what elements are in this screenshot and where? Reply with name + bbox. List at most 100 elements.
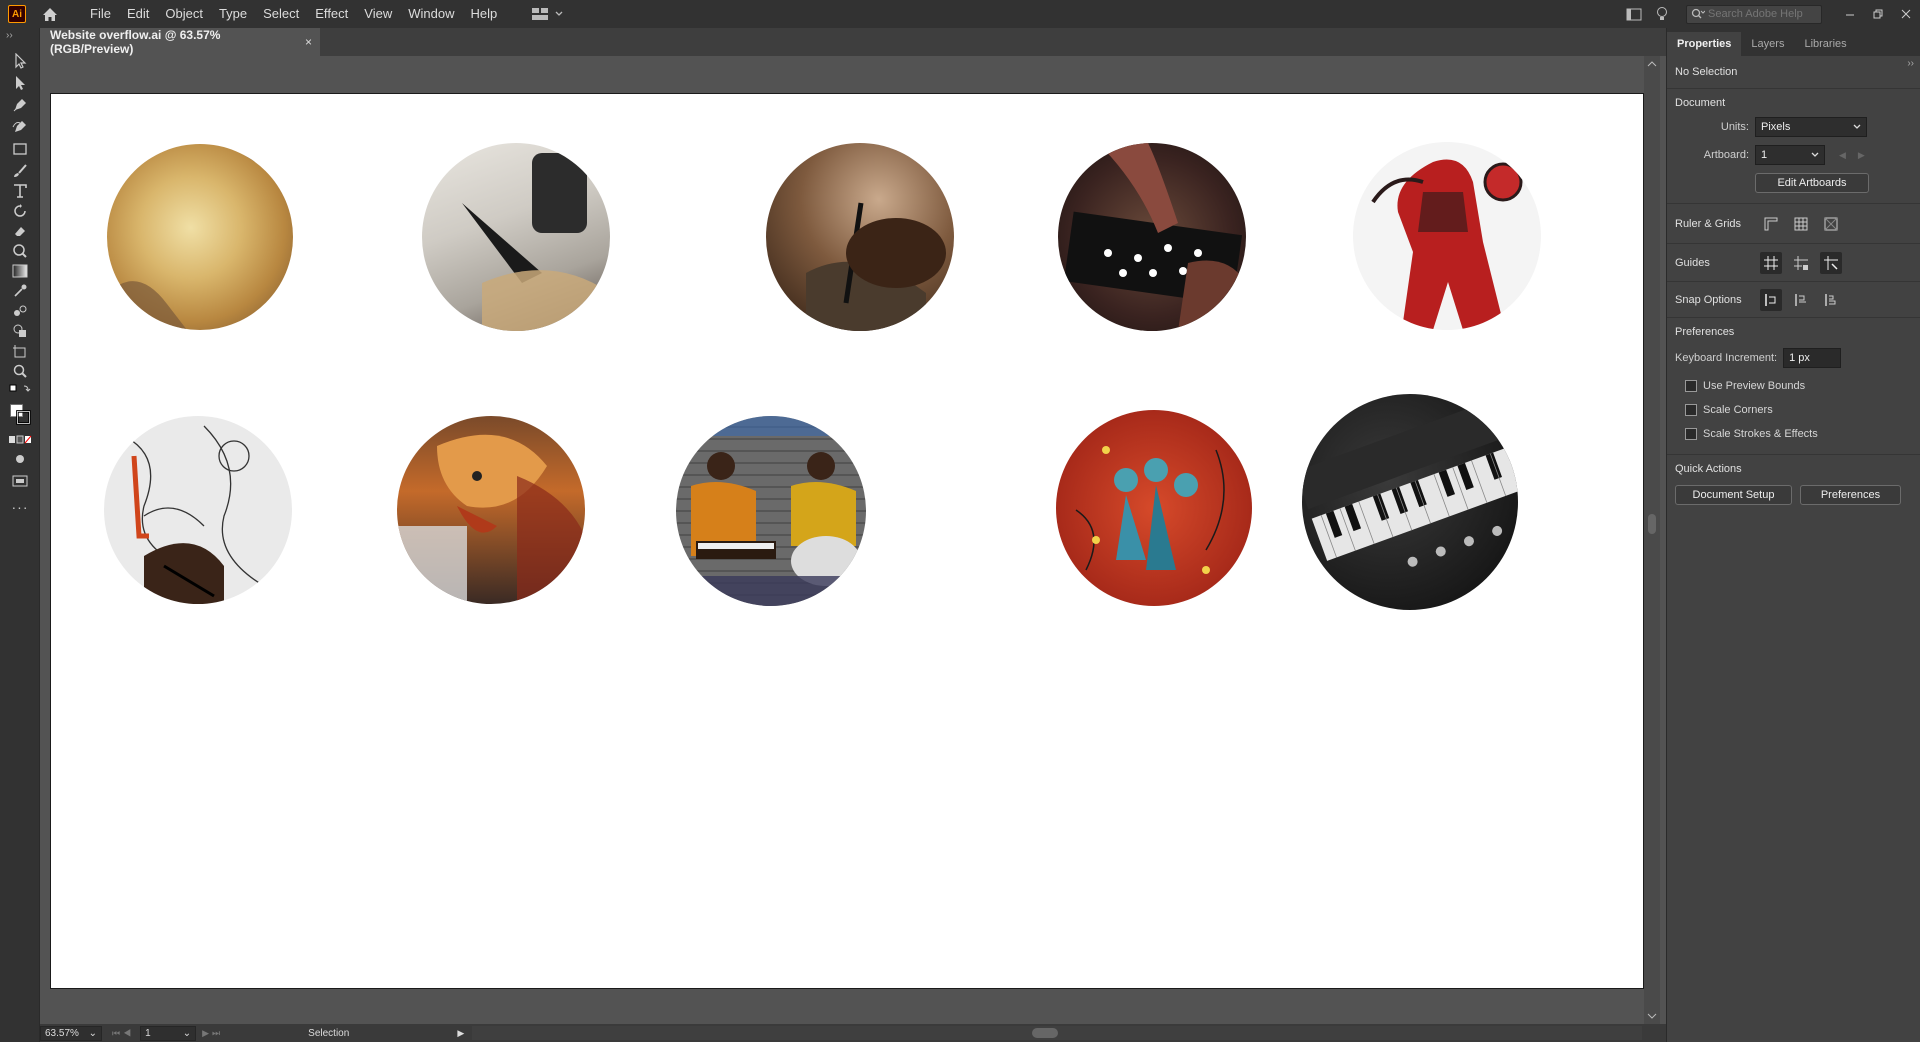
collapse-toolbar-icon[interactable]: ›› xyxy=(6,30,13,41)
harmonium-keys-image[interactable] xyxy=(1302,394,1518,610)
menu-window[interactable]: Window xyxy=(400,0,462,28)
scale-strokes-effects-checkbox[interactable] xyxy=(1685,428,1697,440)
shadow-puppet-image[interactable] xyxy=(1353,142,1541,330)
paintbrush-tool-icon[interactable] xyxy=(8,160,32,182)
vertical-scrollbar[interactable] xyxy=(1644,56,1660,1024)
artboard-prev-icon[interactable]: ◀ xyxy=(1839,150,1846,161)
color-mode-icons[interactable] xyxy=(8,434,32,446)
snap-options-section: Snap Options xyxy=(1667,282,1920,318)
tab-properties[interactable]: Properties xyxy=(1667,32,1742,56)
kalamkari-painting-image[interactable] xyxy=(1056,410,1252,606)
default-colors-icon[interactable] xyxy=(8,382,32,396)
menu-select[interactable]: Select xyxy=(255,0,307,28)
canvas[interactable] xyxy=(40,56,1666,1024)
hands-perforating-image[interactable] xyxy=(1058,143,1246,331)
screen-mode-icon[interactable] xyxy=(8,470,32,492)
warp-tool-icon[interactable] xyxy=(8,240,32,262)
show-guides-icon[interactable] xyxy=(1760,251,1782,274)
properties-panel: ›› Properties Layers Libraries No Select… xyxy=(1666,28,1920,1042)
lit-puppet-closeup-image[interactable] xyxy=(397,416,585,604)
ruler-icon[interactable] xyxy=(1760,213,1782,235)
scale-corners-label: Scale Corners xyxy=(1703,404,1773,416)
artboard-tool-icon[interactable] xyxy=(8,340,32,362)
search-help-box[interactable] xyxy=(1686,4,1822,24)
panel-toggle-icon[interactable] xyxy=(1620,0,1648,28)
units-dropdown[interactable]: Pixels xyxy=(1755,117,1867,137)
document-tab-bar: Website overflow.ai @ 63.57% (RGB/Previe… xyxy=(40,28,1666,56)
snap-to-glyph-icon[interactable] xyxy=(1820,289,1842,311)
eyedropper-tool-icon[interactable] xyxy=(8,280,32,302)
home-icon[interactable] xyxy=(40,5,60,23)
draw-mode-icon[interactable] xyxy=(8,448,32,470)
status-bar: 63.57% ⌄ ⏮◀ 1 ⌄ ▶⏭ Selection ▶ xyxy=(40,1024,1666,1042)
document-setup-button[interactable]: Document Setup xyxy=(1675,485,1792,505)
musicians-image[interactable] xyxy=(676,416,866,606)
restore-button[interactable] xyxy=(1864,0,1892,28)
more-tools-icon[interactable]: ··· xyxy=(8,496,32,518)
artboard-next-icon[interactable]: ▶ xyxy=(1858,150,1865,161)
use-preview-bounds-checkbox[interactable] xyxy=(1685,380,1697,392)
preferences-button[interactable]: Preferences xyxy=(1800,485,1901,505)
shape-builder-tool-icon[interactable] xyxy=(8,320,32,342)
lock-guides-icon[interactable] xyxy=(1790,252,1812,274)
tab-libraries[interactable]: Libraries xyxy=(1794,32,1856,56)
blend-tool-icon[interactable] xyxy=(8,300,32,322)
curvature-tool-icon[interactable] xyxy=(8,116,32,138)
snap-to-pixel-icon[interactable] xyxy=(1790,289,1812,311)
document-tab[interactable]: Website overflow.ai @ 63.57% (RGB/Previe… xyxy=(40,28,320,56)
zoom-tool-icon[interactable] xyxy=(8,360,32,382)
close-tab-icon[interactable]: × xyxy=(305,35,312,49)
search-input[interactable] xyxy=(1708,8,1818,20)
menu-effect[interactable]: Effect xyxy=(307,0,356,28)
smart-guides-icon[interactable] xyxy=(1820,251,1842,274)
artboard-nav-prev-icons[interactable]: ⏮◀ xyxy=(112,1028,134,1039)
scale-corners-option[interactable]: Scale Corners xyxy=(1685,404,1912,416)
menu-object[interactable]: Object xyxy=(157,0,211,28)
rotate-tool-icon[interactable] xyxy=(8,200,32,222)
artboard-nav-next-icons[interactable]: ▶⏭ xyxy=(202,1028,223,1039)
transparency-grid-icon[interactable] xyxy=(1820,213,1842,235)
selection-tool-icon[interactable] xyxy=(8,50,32,72)
menu-file[interactable]: File xyxy=(82,0,119,28)
sketching-illustration-image[interactable] xyxy=(104,416,292,604)
snap-options-title: Snap Options xyxy=(1675,293,1742,306)
artboard-value: 1 xyxy=(1761,149,1768,161)
menubar-right xyxy=(1620,0,1920,28)
scale-strokes-effects-option[interactable]: Scale Strokes & Effects xyxy=(1685,428,1912,440)
hand-drawing-pattern-image[interactable] xyxy=(766,143,954,331)
snap-to-point-icon[interactable] xyxy=(1760,288,1782,311)
menu-type[interactable]: Type xyxy=(211,0,255,28)
direct-selection-tool-icon[interactable] xyxy=(8,72,32,94)
status-menu-arrow-icon[interactable]: ▶ xyxy=(457,1028,464,1039)
horizontal-scrollbar[interactable] xyxy=(472,1026,1643,1040)
use-preview-bounds-option[interactable]: Use Preview Bounds xyxy=(1685,380,1912,392)
fill-stroke-swatch[interactable] xyxy=(8,398,32,430)
keyboard-increment-input[interactable]: 1 px xyxy=(1783,348,1842,368)
workspace-switcher[interactable] xyxy=(531,7,563,21)
zoom-level-field[interactable]: 63.57% ⌄ xyxy=(40,1025,102,1041)
units-label: Units: xyxy=(1720,121,1749,133)
menu-edit[interactable]: Edit xyxy=(119,0,157,28)
rectangle-tool-icon[interactable] xyxy=(8,138,32,160)
artboard[interactable] xyxy=(50,93,1644,989)
lightbulb-icon[interactable] xyxy=(1648,0,1676,28)
edit-artboards-button[interactable]: Edit Artboards xyxy=(1755,173,1869,193)
leather-cutting-image[interactable] xyxy=(422,143,610,331)
leather-hide-image[interactable] xyxy=(107,144,293,330)
search-icon xyxy=(1691,8,1705,19)
chevron-down-icon xyxy=(1811,152,1819,157)
artboard-dropdown[interactable]: 1 xyxy=(1755,145,1825,165)
close-window-button[interactable] xyxy=(1892,0,1920,28)
type-tool-icon[interactable] xyxy=(8,180,32,202)
gradient-tool-icon[interactable] xyxy=(8,260,32,282)
pen-tool-icon[interactable] xyxy=(8,94,32,116)
minimize-button[interactable] xyxy=(1836,0,1864,28)
horizontal-scroll-thumb[interactable] xyxy=(1032,1028,1059,1038)
menu-help[interactable]: Help xyxy=(462,0,505,28)
eraser-tool-icon[interactable] xyxy=(8,220,32,242)
grid-icon[interactable] xyxy=(1790,213,1812,235)
scale-corners-checkbox[interactable] xyxy=(1685,404,1697,416)
tab-layers[interactable]: Layers xyxy=(1741,32,1794,56)
menu-view[interactable]: View xyxy=(356,0,400,28)
artboard-number-field[interactable]: 1 ⌄ xyxy=(140,1025,197,1041)
